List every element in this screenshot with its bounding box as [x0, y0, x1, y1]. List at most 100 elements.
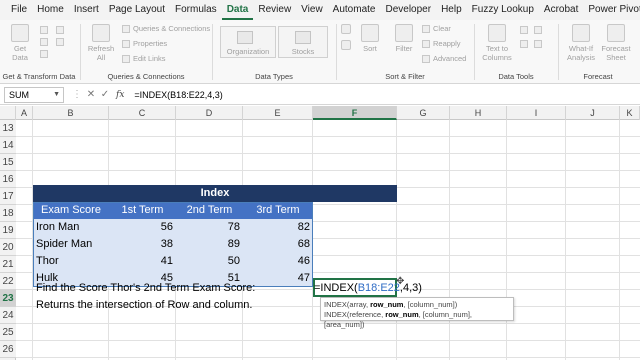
- sort-za-button[interactable]: [340, 40, 352, 52]
- refresh-all-button[interactable]: Refresh All: [86, 24, 116, 62]
- queries-connections-button[interactable]: Queries & Connections: [122, 24, 210, 33]
- cancel-icon[interactable]: ✕: [84, 89, 98, 100]
- column-header-g[interactable]: G: [397, 106, 450, 120]
- tab-formulas[interactable]: Formulas: [170, 0, 222, 20]
- row-header-21[interactable]: 21: [0, 256, 16, 273]
- column-header-h[interactable]: H: [450, 106, 507, 120]
- remove-duplicates-button[interactable]: [520, 40, 531, 48]
- group-get-transform: Get Data Get & Transform Data: [0, 20, 78, 84]
- tab-home[interactable]: Home: [32, 0, 69, 20]
- tab-page-layout[interactable]: Page Layout: [104, 0, 170, 20]
- tooltip-syntax-array[interactable]: INDEX(array, row_num, [column_num]): [324, 300, 510, 310]
- cell-edit-formula[interactable]: =INDEX(B18:E22,4,3): [314, 280, 422, 297]
- text-columns-icon: [488, 24, 506, 42]
- link-icon: [122, 54, 130, 63]
- tab-help[interactable]: Help: [436, 0, 467, 20]
- row-header-15[interactable]: 15: [0, 154, 16, 171]
- organization-icon: [237, 31, 253, 44]
- row-header-18[interactable]: 18: [0, 205, 16, 222]
- text-to-columns-button[interactable]: Text to Columns: [480, 24, 514, 62]
- row-gridline: [16, 357, 640, 358]
- recent-sources-button[interactable]: [56, 26, 67, 34]
- row-gridline: [16, 170, 640, 171]
- text-file-icon: [40, 26, 48, 34]
- properties-button[interactable]: Properties: [122, 39, 167, 48]
- row-header-16[interactable]: 16: [0, 171, 16, 188]
- relationships-button[interactable]: [534, 40, 545, 48]
- tab-data[interactable]: Data: [221, 0, 254, 20]
- column-header-e[interactable]: E: [243, 106, 313, 120]
- filter-icon: [395, 24, 413, 42]
- tab-automate[interactable]: Automate: [328, 0, 381, 20]
- from-table-button[interactable]: [40, 50, 51, 58]
- row-header-24[interactable]: 24: [0, 307, 16, 324]
- referenced-range-highlight: [33, 202, 313, 287]
- forecast-sheet-button[interactable]: Forecast Sheet: [600, 24, 632, 62]
- row-header-22[interactable]: 22: [0, 273, 16, 290]
- row-header-13[interactable]: 13: [0, 120, 16, 137]
- name-box[interactable]: SUM ▼: [4, 86, 64, 103]
- group-data-tools: Text to Columns Data Tools: [476, 20, 556, 84]
- consolidate-button[interactable]: [534, 26, 545, 34]
- tab-insert[interactable]: Insert: [69, 0, 104, 20]
- sort-icon: [361, 24, 379, 42]
- insert-function-icon[interactable]: fx: [116, 90, 124, 100]
- row-header-25[interactable]: 25: [0, 324, 16, 341]
- group-data-types: Organization Stocks Data Types: [214, 20, 334, 84]
- clear-button[interactable]: Clear: [422, 24, 451, 33]
- select-all-corner[interactable]: [0, 106, 16, 120]
- organization-button[interactable]: Organization: [220, 26, 276, 58]
- row-header-19[interactable]: 19: [0, 222, 16, 239]
- column-header-i[interactable]: I: [507, 106, 566, 120]
- group-sort-filter: Sort Filter Clear Reapply Advanced Sort …: [338, 20, 472, 84]
- function-tooltip: INDEX(array, row_num, [column_num]) INDE…: [320, 297, 514, 329]
- stocks-button[interactable]: Stocks: [278, 26, 328, 58]
- tab-file[interactable]: File: [6, 0, 32, 20]
- forecast-chart-icon: [607, 24, 625, 42]
- row-header-23[interactable]: 23: [0, 290, 16, 307]
- column-header-b[interactable]: B: [33, 106, 109, 120]
- formula-input[interactable]: =INDEX(B18:E22,4,3): [134, 90, 222, 100]
- column-header-j[interactable]: J: [566, 106, 620, 120]
- column-header-a[interactable]: A: [16, 106, 33, 120]
- instruction-text[interactable]: Find the Score Thor's 2nd Term Exam Scor…: [33, 280, 258, 297]
- advanced-button[interactable]: Advanced: [422, 54, 466, 63]
- edit-links-button[interactable]: Edit Links: [122, 54, 166, 63]
- group-label-get: Get & Transform Data: [2, 72, 76, 81]
- table-title[interactable]: Index: [33, 185, 397, 202]
- column-header-f[interactable]: F: [313, 106, 397, 120]
- enter-icon[interactable]: ✓: [98, 89, 112, 100]
- from-web-button[interactable]: [40, 38, 51, 46]
- get-data-button[interactable]: Get Data: [8, 24, 32, 62]
- row-header-17[interactable]: 17: [0, 188, 16, 205]
- group-queries: Refresh All Queries & Connections Proper…: [82, 20, 210, 84]
- group-label-tools: Data Tools: [498, 72, 534, 81]
- tab-acrobat[interactable]: Acrobat: [539, 0, 583, 20]
- from-text-button[interactable]: [40, 26, 51, 34]
- tab-view[interactable]: View: [296, 0, 328, 20]
- row-header-20[interactable]: 20: [0, 239, 16, 256]
- row-header-14[interactable]: 14: [0, 137, 16, 154]
- database-icon: [11, 24, 29, 42]
- column-header-d[interactable]: D: [176, 106, 243, 120]
- filter-button[interactable]: Filter: [392, 24, 416, 53]
- row-gridline: [16, 136, 640, 137]
- formula-bar: SUM ▼ ⋮ ✕ ✓ fx =INDEX(B18:E22,4,3): [0, 85, 640, 105]
- what-if-button[interactable]: What-If Analysis: [564, 24, 598, 62]
- tab-power-pivot[interactable]: Power Pivot: [583, 0, 640, 20]
- existing-connections-button[interactable]: [56, 38, 67, 46]
- row-gridline: [16, 340, 640, 341]
- reapply-button[interactable]: Reapply: [422, 39, 461, 48]
- tooltip-syntax-reference[interactable]: INDEX(reference, row_num, [column_num], …: [324, 310, 510, 330]
- tab-review[interactable]: Review: [253, 0, 296, 20]
- sort-button[interactable]: Sort: [358, 24, 382, 53]
- tab-fuzzy-lookup[interactable]: Fuzzy Lookup: [467, 0, 539, 20]
- column-header-k[interactable]: K: [620, 106, 640, 120]
- row-header-26[interactable]: 26: [0, 341, 16, 358]
- chevron-down-icon[interactable]: ▼: [53, 88, 60, 102]
- tab-developer[interactable]: Developer: [380, 0, 436, 20]
- column-header-c[interactable]: C: [109, 106, 176, 120]
- sort-az-button[interactable]: [340, 24, 352, 36]
- flash-fill-button[interactable]: [520, 26, 531, 34]
- description-text[interactable]: Returns the intersection of Row and colu…: [33, 297, 255, 314]
